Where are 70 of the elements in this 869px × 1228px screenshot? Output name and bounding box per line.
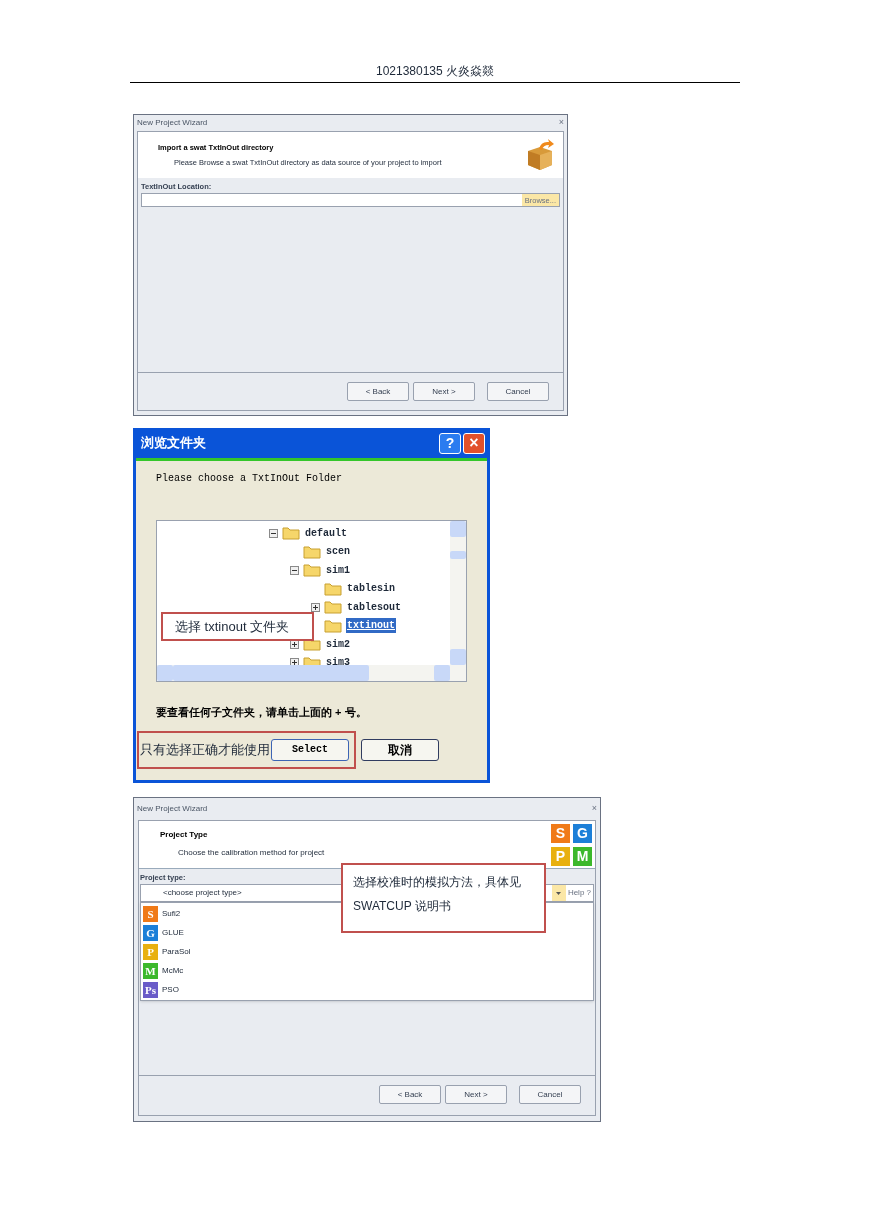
method-badge: Ps: [143, 981, 158, 998]
project-type-option[interactable]: McMc: [162, 964, 184, 977]
project-type-option[interactable]: ParaSol: [162, 945, 191, 958]
collapse-icon[interactable]: [290, 565, 299, 575]
scroll-left-button[interactable]: [157, 665, 173, 681]
window-title: New Project Wizard: [137, 803, 208, 815]
scrollbar-thumb[interactable]: [173, 665, 369, 681]
help-button[interactable]: Help ?: [565, 887, 593, 900]
vertical-scrollbar[interactable]: [450, 521, 466, 665]
wizard-button[interactable]: Cancel: [487, 382, 549, 401]
project-type-option[interactable]: Sufi2: [162, 907, 181, 920]
wizard-button[interactable]: Next >: [413, 382, 475, 401]
folder-icon: [303, 637, 321, 652]
wizard-button[interactable]: Cancel: [519, 1085, 581, 1104]
folder-item[interactable]: tablesin: [346, 581, 396, 597]
horizontal-scrollbar[interactable]: [157, 665, 466, 681]
annotation-text: 选择 txtinout 文件夹: [175, 617, 290, 636]
box-icon: [525, 139, 555, 171]
page-header: 1021380135 火炎焱燚: [375, 63, 495, 80]
caret-icon: [556, 891, 562, 895]
method-badge: M: [143, 962, 158, 979]
folder-item[interactable]: tablesout: [346, 599, 402, 615]
folder-icon: [303, 563, 321, 578]
expand-icon[interactable]: [290, 658, 299, 665]
scroll-right-button[interactable]: [434, 665, 450, 681]
method-badge: S: [551, 824, 570, 843]
folder-icon: [303, 544, 321, 559]
project-type-option[interactable]: PSO: [162, 983, 179, 996]
method-badge: G: [143, 924, 158, 941]
folder-item[interactable]: txtinout: [346, 618, 396, 634]
close-button[interactable]: ×: [463, 432, 485, 454]
scroll-up-button[interactable]: [450, 521, 466, 537]
folder-item[interactable]: sim2: [325, 636, 351, 652]
cancel-button[interactable]: 取消: [361, 738, 439, 761]
folder-icon: [282, 526, 300, 541]
close-button[interactable]: ×: [558, 116, 564, 130]
hint-text: 要查看任何子文件夹，请单击上面的 + 号。: [156, 705, 368, 720]
method-badge: M: [573, 846, 592, 866]
method-badge: P: [143, 943, 158, 960]
folder-item[interactable]: scen: [325, 544, 351, 560]
folder-icon: [324, 581, 342, 596]
annotation-text: 只有选择正确才能使用: [140, 740, 270, 759]
wizard-subheading: Choose the calibration method for project: [177, 847, 325, 859]
wizard-button[interactable]: < Back: [347, 382, 409, 401]
help-button[interactable]: ?: [439, 432, 461, 454]
select-button[interactable]: Select: [271, 738, 349, 761]
scrollbar-thumb[interactable]: [450, 551, 466, 559]
annotation-text: 选择校准时的模拟方法，具体见SWATCUP 说明书: [353, 875, 521, 913]
window-title: New Project Wizard: [137, 117, 208, 129]
folder-tree[interactable]: default scen sim1 tablesin tablesout txtinout sim2 sim3 选择 txtinout 文件夹: [156, 520, 467, 682]
dialog-title: 浏览文件夹: [141, 434, 206, 453]
project-type-dropdown[interactable]: <choose project type>: [163, 887, 242, 900]
dropdown-arrow-button[interactable]: [551, 885, 566, 902]
folder-item[interactable]: sim3: [325, 655, 351, 665]
scroll-down-button[interactable]: [450, 649, 466, 665]
method-badge: G: [573, 824, 592, 843]
close-button[interactable]: ×: [591, 802, 597, 816]
method-badge: P: [551, 846, 570, 866]
method-badge: S: [143, 905, 158, 922]
dialog-prompt: Please choose a TxtInOut Folder: [156, 472, 344, 486]
wizard-heading: Project Type: [160, 829, 209, 841]
project-type-option[interactable]: GLUE: [162, 926, 184, 939]
wizard-button[interactable]: Next >: [445, 1085, 507, 1104]
folder-icon: [324, 600, 342, 615]
folder-icon: [324, 618, 342, 633]
collapse-icon[interactable]: [269, 528, 278, 538]
folder-item[interactable]: sim1: [325, 562, 351, 578]
wizard-button[interactable]: < Back: [379, 1085, 441, 1104]
expand-icon[interactable]: [311, 602, 320, 612]
folder-item[interactable]: default: [304, 525, 348, 541]
